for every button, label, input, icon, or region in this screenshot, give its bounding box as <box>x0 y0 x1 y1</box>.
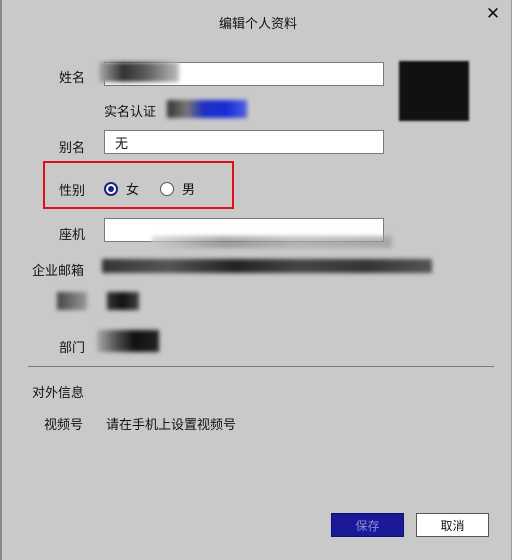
dept-label: 部门 <box>59 341 86 356</box>
radio-unselected-icon[interactable] <box>160 181 174 196</box>
name-label: 姓名 <box>59 71 86 86</box>
video-value: 请在手机上设置视频号 <box>106 418 237 433</box>
redacted-field-value <box>107 292 139 310</box>
gender-option-female[interactable]: 女 <box>104 179 139 198</box>
name-redacted <box>99 62 179 82</box>
avatar[interactable] <box>399 61 469 121</box>
section-divider <box>28 366 494 367</box>
save-button[interactable]: 保存 <box>331 513 404 537</box>
realname-redacted <box>167 100 247 118</box>
email-redacted <box>102 259 432 273</box>
close-icon[interactable]: ✕ <box>483 4 503 24</box>
realname-label: 实名认证 <box>104 105 157 120</box>
video-label: 视频号 <box>44 418 84 433</box>
phone-redacted <box>152 236 392 248</box>
external-section-title: 对外信息 <box>32 386 85 401</box>
gender-option-male[interactable]: 男 <box>160 179 195 198</box>
redacted-field-label <box>57 292 87 310</box>
alias-label: 别名 <box>59 141 86 156</box>
dept-redacted <box>97 330 159 352</box>
gender-option-male-label: 男 <box>182 183 196 198</box>
gender-option-female-label: 女 <box>126 183 140 198</box>
alias-input[interactable] <box>104 130 384 154</box>
gender-label: 性别 <box>59 184 86 199</box>
edit-profile-dialog: 编辑个人资料 ✕ 姓名 实名认证 别名 性别 女 男 座机 企业邮箱 部门 对外… <box>0 0 512 560</box>
cancel-button[interactable]: 取消 <box>416 513 489 537</box>
radio-selected-icon[interactable] <box>104 181 118 196</box>
dialog-title: 编辑个人资料 <box>218 17 297 32</box>
email-label: 企业邮箱 <box>32 264 85 279</box>
phone-label: 座机 <box>59 228 86 243</box>
radio-dot <box>108 185 114 192</box>
